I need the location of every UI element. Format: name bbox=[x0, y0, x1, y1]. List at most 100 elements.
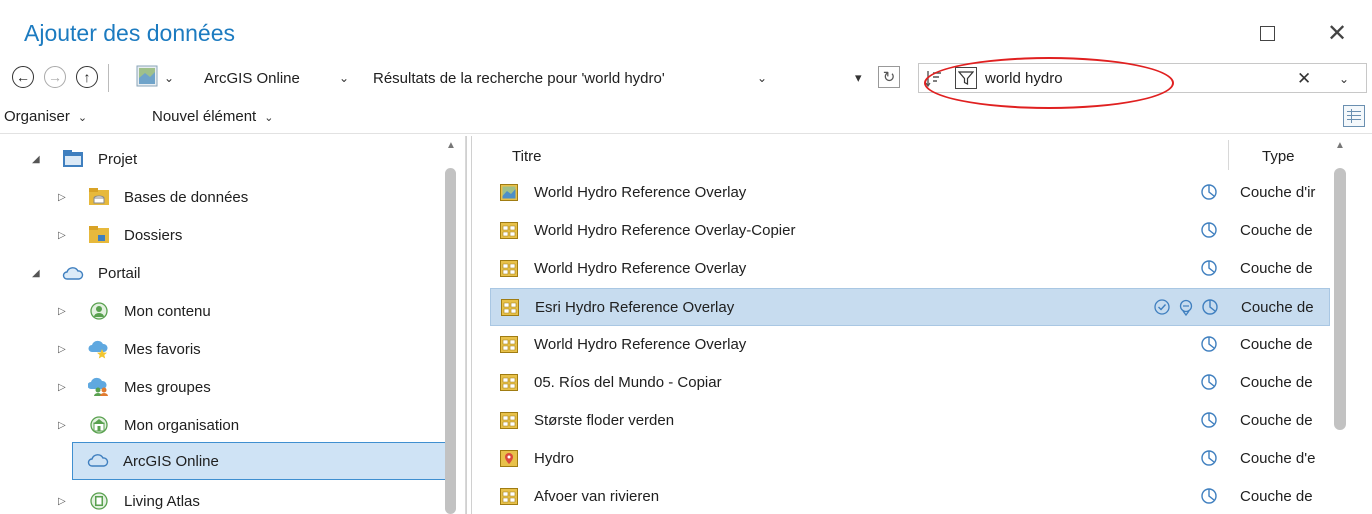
tree-item-label: Mon organisation bbox=[124, 416, 240, 434]
list-item[interactable]: World Hydro Reference Overlay Couche de bbox=[490, 326, 1330, 364]
organize-menu[interactable]: Organiser ⌄ bbox=[4, 108, 87, 125]
breadcrumb[interactable]: Résultats de la recherche pour 'world hy… bbox=[373, 70, 665, 87]
sort-icon[interactable] bbox=[925, 68, 943, 88]
cloud-icon bbox=[87, 454, 109, 467]
tree-item-living-atlas[interactable]: ▷ Living Atlas bbox=[18, 482, 438, 514]
item-type: Couche de bbox=[1240, 336, 1313, 353]
chevron-down-icon[interactable]: ⌄ bbox=[339, 71, 349, 85]
globe-icon bbox=[1201, 488, 1217, 504]
organization-icon bbox=[90, 416, 108, 434]
scrollbar[interactable]: ▲ bbox=[440, 136, 460, 514]
globe-icon bbox=[1201, 336, 1217, 352]
column-header: Titre Type bbox=[490, 136, 1330, 174]
maximize-icon bbox=[1259, 25, 1275, 41]
chevron-down-icon[interactable]: ⌄ bbox=[1339, 72, 1349, 86]
tree-item-label: Mon contenu bbox=[124, 302, 211, 320]
list-item[interactable]: Hydro Couche d'e bbox=[490, 440, 1330, 478]
tree-item-databases[interactable]: ▷ Bases de données bbox=[18, 178, 438, 216]
location-label[interactable]: ArcGIS Online bbox=[204, 70, 300, 87]
tile-layer-icon bbox=[500, 412, 518, 429]
tree-item-arcgis-online[interactable]: ArcGIS Online bbox=[72, 442, 454, 480]
tile-layer-icon bbox=[500, 336, 518, 353]
filter-icon bbox=[958, 71, 974, 85]
clear-search-button[interactable]: ✕ bbox=[1297, 69, 1311, 89]
column-header-type[interactable]: Type bbox=[1262, 148, 1295, 165]
filter-button[interactable] bbox=[955, 67, 977, 89]
tree-item-my-content[interactable]: ▷ Mon contenu bbox=[18, 292, 438, 330]
item-title: Hydro bbox=[534, 450, 575, 467]
item-type: Couche de bbox=[1240, 222, 1313, 239]
refresh-button[interactable]: ↻ bbox=[878, 66, 900, 88]
list-item[interactable]: World Hydro Reference Overlay Couche de bbox=[490, 250, 1330, 288]
list-item[interactable]: Esri Hydro Reference Overlay Couche de bbox=[490, 288, 1330, 326]
chevron-down-icon[interactable]: ⌄ bbox=[164, 71, 174, 85]
history-dropdown-icon[interactable]: ▾ bbox=[855, 70, 862, 86]
pane-splitter[interactable] bbox=[466, 136, 472, 514]
chevron-down-icon[interactable]: ⌄ bbox=[757, 71, 767, 85]
tree-item-label: Dossiers bbox=[124, 226, 183, 244]
arrow-left-icon: ← bbox=[16, 69, 30, 85]
column-resize-handle[interactable] bbox=[1228, 140, 1229, 170]
tree-item-label: Bases de données bbox=[124, 188, 249, 206]
tree-item-groups[interactable]: ▷ Mes groupes bbox=[18, 368, 438, 406]
forward-button[interactable]: → bbox=[44, 66, 66, 88]
item-title: World Hydro Reference Overlay-Copier bbox=[534, 222, 796, 239]
tile-layer-icon bbox=[501, 299, 519, 316]
collapse-arrow-icon[interactable]: ◢ bbox=[32, 268, 40, 279]
tree-item-folders[interactable]: ▷ Dossiers bbox=[18, 216, 438, 254]
list-item[interactable]: World Hydro Reference Overlay Couche d'i… bbox=[490, 174, 1330, 212]
globe-icon bbox=[1201, 450, 1217, 466]
scroll-up-icon[interactable]: ▲ bbox=[1335, 140, 1345, 151]
list-item[interactable]: World Hydro Reference Overlay-Copier Cou… bbox=[490, 212, 1330, 250]
living-atlas-badge-icon bbox=[1179, 299, 1193, 316]
tree-item-project[interactable]: ◢ Projet bbox=[18, 140, 438, 178]
search-input[interactable] bbox=[985, 67, 1275, 89]
project-icon bbox=[63, 150, 83, 167]
list-item[interactable]: Største floder verden Couche de bbox=[490, 402, 1330, 440]
expand-arrow-icon[interactable]: ▷ bbox=[58, 420, 66, 431]
expand-arrow-icon[interactable]: ▷ bbox=[58, 344, 66, 355]
expand-arrow-icon[interactable]: ▷ bbox=[58, 192, 66, 203]
expand-arrow-icon[interactable]: ▷ bbox=[58, 306, 66, 317]
scrollbar-thumb[interactable] bbox=[445, 168, 456, 514]
tree-item-label: Portail bbox=[98, 264, 141, 282]
item-type: Couche d'e bbox=[1240, 450, 1316, 467]
list-item[interactable]: Afvoer van rivieren Couche de bbox=[490, 478, 1330, 514]
item-title: Største floder verden bbox=[534, 412, 675, 429]
tree-item-favorites[interactable]: ▷ Mes favoris bbox=[18, 330, 438, 368]
window-title: Ajouter des données bbox=[24, 20, 235, 46]
map-icon[interactable] bbox=[136, 65, 158, 87]
arrow-right-icon: → bbox=[48, 69, 62, 85]
column-header-title[interactable]: Titre bbox=[512, 148, 541, 165]
item-title: World Hydro Reference Overlay bbox=[534, 184, 747, 201]
up-button[interactable]: ↑ bbox=[76, 66, 98, 88]
maximize-button[interactable] bbox=[1252, 18, 1282, 48]
back-button[interactable]: ← bbox=[12, 66, 34, 88]
new-item-label: Nouvel élément bbox=[152, 108, 257, 125]
scrollbar[interactable]: ▲ bbox=[1328, 136, 1352, 514]
item-title: Esri Hydro Reference Overlay bbox=[535, 299, 735, 316]
navigation-bar: ← → ↑ ⌄ ArcGIS Online ⌄ Résultats de la … bbox=[12, 62, 1367, 96]
tree-item-portal[interactable]: ◢ Portail bbox=[18, 254, 438, 292]
new-item-menu[interactable]: Nouvel élément ⌄ bbox=[152, 108, 273, 125]
tile-layer-icon bbox=[500, 374, 518, 391]
globe-icon bbox=[1202, 299, 1218, 315]
scrollbar-thumb[interactable] bbox=[1334, 168, 1346, 430]
living-atlas-icon bbox=[90, 492, 108, 510]
item-type: Couche de bbox=[1240, 374, 1313, 391]
expand-arrow-icon[interactable]: ▷ bbox=[58, 230, 66, 241]
arrow-up-icon: ↑ bbox=[83, 69, 91, 85]
expand-arrow-icon[interactable]: ▷ bbox=[58, 496, 66, 507]
tree-item-organization[interactable]: ▷ Mon organisation bbox=[18, 406, 438, 444]
list-item[interactable]: 05. Ríos del Mundo - Copiar Couche de bbox=[490, 364, 1330, 402]
close-button[interactable]: ✕ bbox=[1322, 18, 1352, 48]
globe-icon bbox=[1201, 412, 1217, 428]
globe-icon bbox=[1201, 374, 1217, 390]
favorites-icon bbox=[88, 340, 108, 359]
title-bar: Ajouter des données ✕ bbox=[0, 0, 1372, 62]
collapse-arrow-icon[interactable]: ◢ bbox=[32, 154, 40, 165]
expand-arrow-icon[interactable]: ▷ bbox=[58, 382, 66, 393]
details-view-button[interactable] bbox=[1343, 105, 1365, 127]
scroll-up-icon[interactable]: ▲ bbox=[446, 140, 456, 151]
toolbar: Organiser ⌄ Nouvel élément ⌄ bbox=[0, 100, 1372, 134]
